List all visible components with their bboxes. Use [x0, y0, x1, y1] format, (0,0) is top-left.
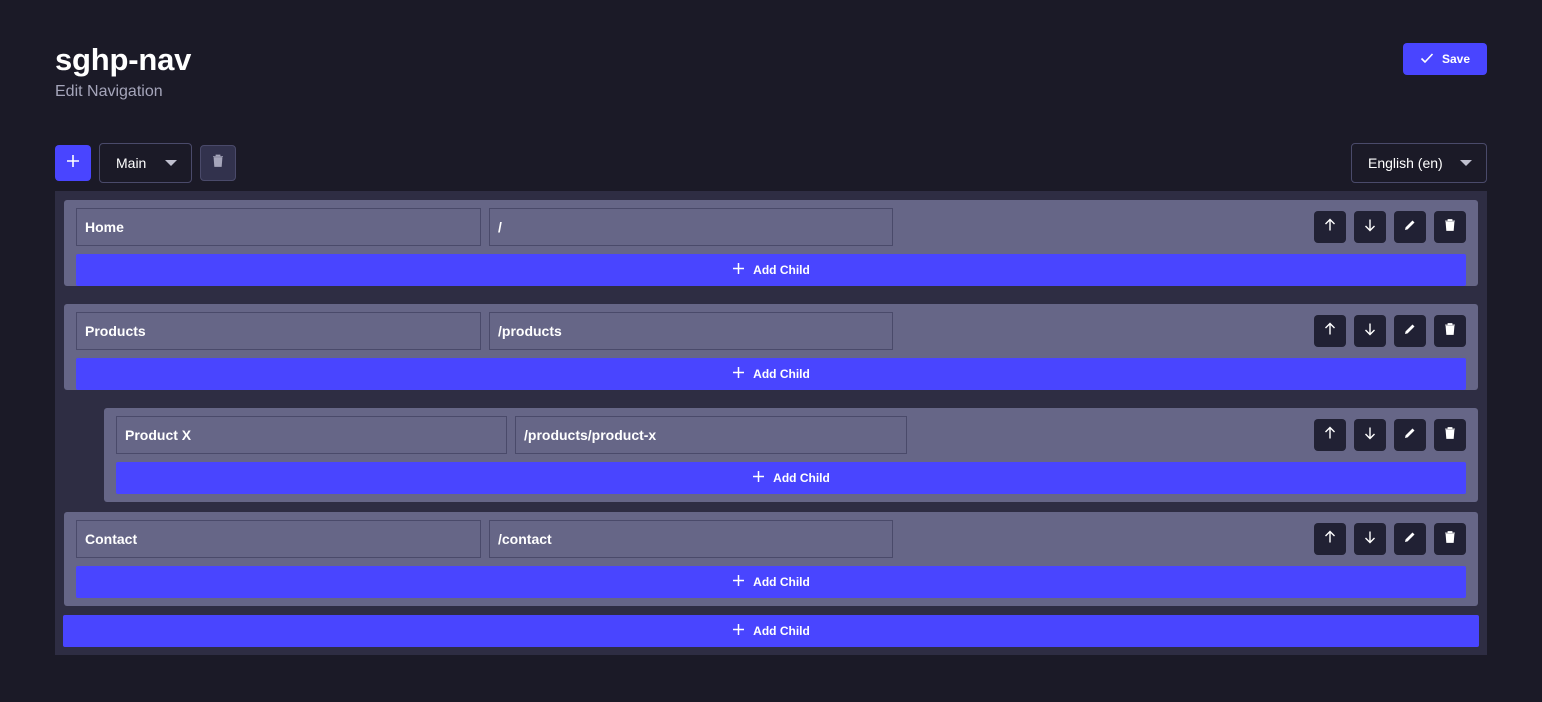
pencil-icon — [1403, 426, 1417, 445]
page-title: sghp-nav — [55, 42, 192, 77]
pencil-icon — [1403, 530, 1417, 549]
delete-button[interactable] — [1434, 315, 1466, 347]
add-menu-button[interactable] — [55, 145, 91, 181]
item-actions — [1314, 419, 1466, 451]
add-child-label: Add Child — [753, 624, 810, 638]
nav-item-home: Home / Add Child — [64, 200, 1478, 286]
move-down-button[interactable] — [1354, 211, 1386, 243]
title-input[interactable]: Product X — [116, 416, 507, 454]
trash-icon — [1443, 530, 1457, 549]
move-up-button[interactable] — [1314, 419, 1346, 451]
page-subtitle: Edit Navigation — [55, 83, 163, 100]
arrow-down-icon — [1363, 530, 1377, 549]
move-up-button[interactable] — [1314, 523, 1346, 555]
page: sghp-nav Edit Navigation Save Main Engli… — [0, 0, 1542, 702]
item-actions — [1314, 315, 1466, 347]
trash-icon — [212, 154, 224, 172]
pencil-icon — [1403, 218, 1417, 237]
delete-button[interactable] — [1434, 419, 1466, 451]
check-icon — [1420, 51, 1434, 68]
delete-menu-button[interactable] — [200, 145, 236, 181]
header: sghp-nav Edit Navigation — [55, 42, 191, 102]
path-input[interactable]: /products/product-x — [515, 416, 907, 454]
path-input[interactable]: /contact — [489, 520, 893, 558]
nav-item-product-x: Product X /products/product-x Add Child — [104, 408, 1478, 502]
edit-button[interactable] — [1394, 419, 1426, 451]
add-child-button[interactable]: Add Child — [116, 462, 1466, 494]
save-button-label: Save — [1441, 52, 1471, 66]
root-add-child-button[interactable]: Add Child — [63, 615, 1479, 647]
edit-button[interactable] — [1394, 523, 1426, 555]
delete-button[interactable] — [1434, 523, 1466, 555]
navigation-tree: Home / Add Child Products /products Add … — [55, 191, 1487, 655]
plus-icon — [732, 623, 745, 639]
trash-icon — [1443, 218, 1457, 237]
add-child-button[interactable]: Add Child — [76, 566, 1466, 598]
language-select[interactable]: English (en) — [1351, 143, 1487, 183]
arrow-up-icon — [1323, 218, 1337, 237]
path-input[interactable]: /products — [489, 312, 893, 350]
add-child-button[interactable]: Add Child — [76, 254, 1466, 286]
save-button[interactable]: Save — [1403, 43, 1487, 75]
move-up-button[interactable] — [1314, 315, 1346, 347]
menu-select[interactable]: Main — [99, 143, 192, 183]
add-child-label: Add Child — [753, 263, 810, 277]
move-down-button[interactable] — [1354, 419, 1386, 451]
delete-button[interactable] — [1434, 211, 1466, 243]
move-up-button[interactable] — [1314, 211, 1346, 243]
arrow-up-icon — [1323, 426, 1337, 445]
edit-button[interactable] — [1394, 315, 1426, 347]
language-select-value: English (en) — [1368, 155, 1443, 171]
pencil-icon — [1403, 322, 1417, 341]
edit-button[interactable] — [1394, 211, 1426, 243]
trash-icon — [1443, 426, 1457, 445]
trash-icon — [1443, 322, 1457, 341]
plus-icon — [732, 574, 745, 590]
arrow-up-icon — [1323, 530, 1337, 549]
arrow-down-icon — [1363, 322, 1377, 341]
arrow-down-icon — [1363, 426, 1377, 445]
item-actions — [1314, 523, 1466, 555]
arrow-down-icon — [1363, 218, 1377, 237]
arrow-up-icon — [1323, 322, 1337, 341]
plus-icon — [65, 153, 81, 174]
menu-select-value: Main — [116, 155, 147, 171]
add-child-label: Add Child — [773, 471, 830, 485]
title-input[interactable]: Products — [76, 312, 481, 350]
add-child-label: Add Child — [753, 367, 810, 381]
caret-down-icon — [165, 160, 177, 166]
move-down-button[interactable] — [1354, 523, 1386, 555]
title-input[interactable]: Contact — [76, 520, 481, 558]
item-actions — [1314, 211, 1466, 243]
nav-item-contact: Contact /contact Add Child — [64, 512, 1478, 606]
title-input[interactable]: Home — [76, 208, 481, 246]
plus-icon — [732, 262, 745, 278]
move-down-button[interactable] — [1354, 315, 1386, 347]
add-child-button[interactable]: Add Child — [76, 358, 1466, 390]
path-input[interactable]: / — [489, 208, 893, 246]
nav-item-products: Products /products Add Child — [64, 304, 1478, 390]
add-child-label: Add Child — [753, 575, 810, 589]
caret-down-icon — [1460, 160, 1472, 166]
plus-icon — [752, 470, 765, 486]
plus-icon — [732, 366, 745, 382]
